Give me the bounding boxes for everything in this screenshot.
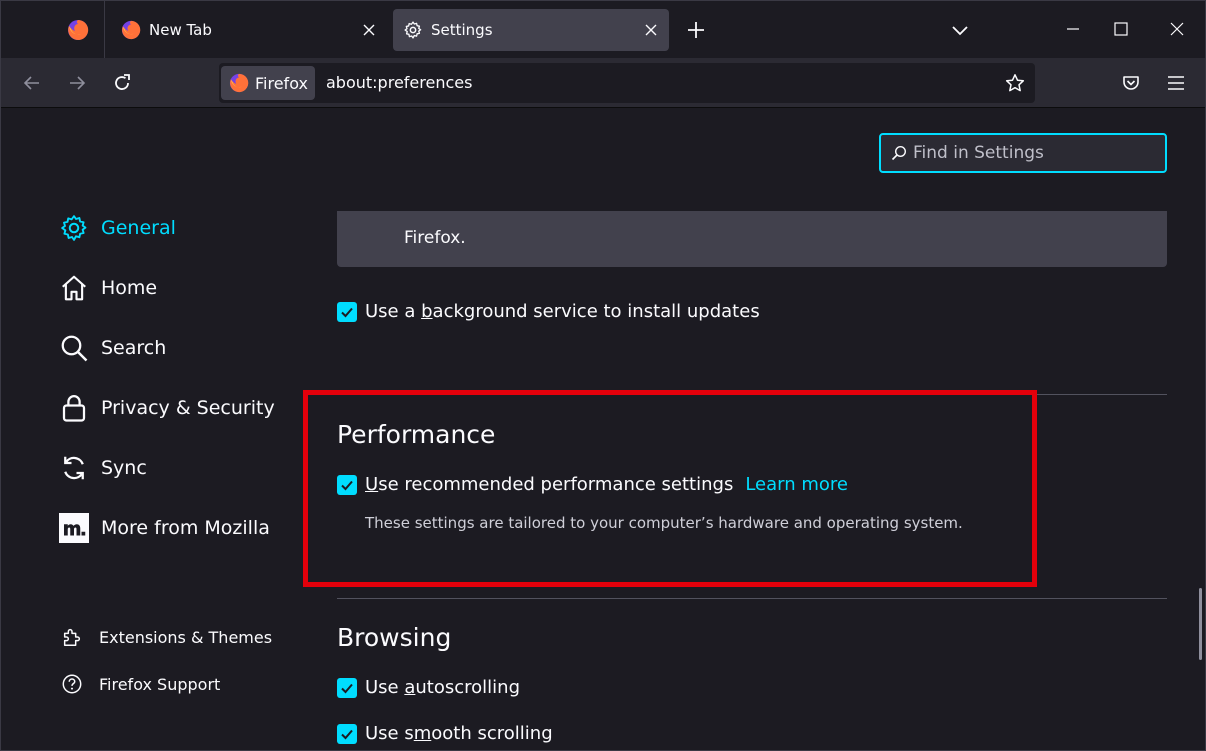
tab-strip: New Tab Settings <box>1 1 1205 58</box>
forward-button[interactable] <box>61 67 93 99</box>
firefox-logo-icon <box>229 73 249 93</box>
lock-icon <box>59 393 89 423</box>
close-tab-button[interactable] <box>359 20 379 40</box>
star-icon <box>1005 74 1025 92</box>
category-privacy[interactable]: Privacy & Security <box>59 392 275 424</box>
page-scrollbar[interactable] <box>1195 108 1205 750</box>
category-sync[interactable]: Sync <box>59 452 147 484</box>
update-info-box: Firefox. <box>337 211 1167 267</box>
category-label: Search <box>101 337 167 359</box>
minimize-button[interactable] <box>1053 11 1093 47</box>
section-divider <box>337 598 1167 599</box>
url-bar[interactable]: Firefox about:preferences <box>219 63 1035 103</box>
firefox-view-button[interactable] <box>51 1 105 58</box>
bookmark-star-button[interactable] <box>1003 71 1027 95</box>
checkmark-icon <box>341 307 353 317</box>
category-home[interactable]: Home <box>59 272 157 304</box>
minimize-icon <box>1067 28 1079 30</box>
background-service-option[interactable]: Use a background service to install upda… <box>337 301 760 322</box>
browser-window: New Tab Settings Firefox about:preferenc… <box>0 0 1206 751</box>
maximize-button[interactable] <box>1101 11 1141 47</box>
close-window-button[interactable] <box>1157 11 1197 47</box>
category-label: More from Mozilla <box>101 517 270 539</box>
gear-icon <box>404 21 422 39</box>
pocket-icon <box>1123 76 1139 90</box>
firefox-logo-icon <box>67 19 88 40</box>
category-more-from-mozilla[interactable]: More from Mozilla <box>59 512 270 544</box>
category-label: Sync <box>101 457 147 479</box>
back-button[interactable] <box>16 67 48 99</box>
checkmark-icon <box>341 683 353 693</box>
gear-icon <box>59 213 89 243</box>
autoscrolling-option[interactable]: Use autoscrolling <box>337 677 520 698</box>
list-all-tabs-button[interactable] <box>945 15 975 45</box>
puzzle-icon <box>61 626 83 648</box>
navigation-toolbar: Firefox about:preferences <box>1 58 1205 108</box>
mozilla-m-icon <box>59 513 89 543</box>
settings-page: General Home Search Privacy & Security S <box>1 108 1205 750</box>
checkmark-icon <box>341 729 353 739</box>
highlight-annotation-box <box>303 390 1037 587</box>
category-search[interactable]: Search <box>59 332 166 364</box>
info-box-text: Firefox. <box>404 228 466 248</box>
footer-link-label: Extensions & Themes <box>99 627 273 647</box>
autoscrolling-checkbox[interactable] <box>337 677 357 698</box>
app-menu-button[interactable] <box>1160 67 1192 99</box>
scrollbar-thumb[interactable] <box>1199 588 1202 660</box>
reload-icon <box>115 74 130 90</box>
sync-icon <box>59 453 89 483</box>
extensions-themes-link[interactable]: Extensions & Themes <box>61 625 272 649</box>
plus-icon <box>688 22 704 38</box>
maximize-icon <box>1114 22 1128 36</box>
tab-settings[interactable]: Settings <box>393 9 669 51</box>
identity-label: Firefox <box>255 73 308 93</box>
category-general[interactable]: General <box>59 212 176 244</box>
browsing-heading: Browsing <box>337 623 452 652</box>
smooth-scrolling-option[interactable]: Use smooth scrolling <box>337 723 553 744</box>
help-icon <box>61 673 83 695</box>
firefox-logo-icon <box>121 20 141 40</box>
forward-arrow-icon <box>70 76 86 90</box>
tab-new-tab[interactable]: New Tab <box>111 9 387 51</box>
category-label: Home <box>101 277 158 299</box>
hamburger-menu-icon <box>1168 76 1184 90</box>
magnifier-icon <box>59 333 89 363</box>
back-arrow-icon <box>23 76 39 90</box>
background-service-checkbox[interactable] <box>337 301 357 322</box>
option-label: Use smooth scrolling <box>365 723 553 744</box>
category-label: General <box>101 217 176 239</box>
search-icon <box>891 145 907 161</box>
option-label: Use a background service to install upda… <box>365 301 760 322</box>
smooth-scrolling-checkbox[interactable] <box>337 723 357 744</box>
option-label: Use autoscrolling <box>365 677 520 698</box>
chevron-down-icon <box>952 26 968 36</box>
tab-title: Settings <box>431 21 493 39</box>
close-tab-button[interactable] <box>641 20 661 40</box>
url-text[interactable]: about:preferences <box>326 73 472 92</box>
identity-box[interactable]: Firefox <box>221 66 315 100</box>
pocket-button[interactable] <box>1115 67 1147 99</box>
firefox-support-link[interactable]: Firefox Support <box>61 672 220 696</box>
tab-title: New Tab <box>149 21 212 39</box>
close-icon <box>363 24 375 36</box>
reload-button[interactable] <box>106 67 138 99</box>
home-icon <box>59 273 89 303</box>
category-label: Privacy & Security <box>101 397 275 419</box>
new-tab-button[interactable] <box>681 15 711 45</box>
footer-link-label: Firefox Support <box>99 674 221 694</box>
close-icon <box>1170 22 1184 36</box>
find-in-settings-input[interactable] <box>913 143 1153 163</box>
find-in-settings-box[interactable] <box>879 133 1167 173</box>
close-icon <box>645 24 657 36</box>
